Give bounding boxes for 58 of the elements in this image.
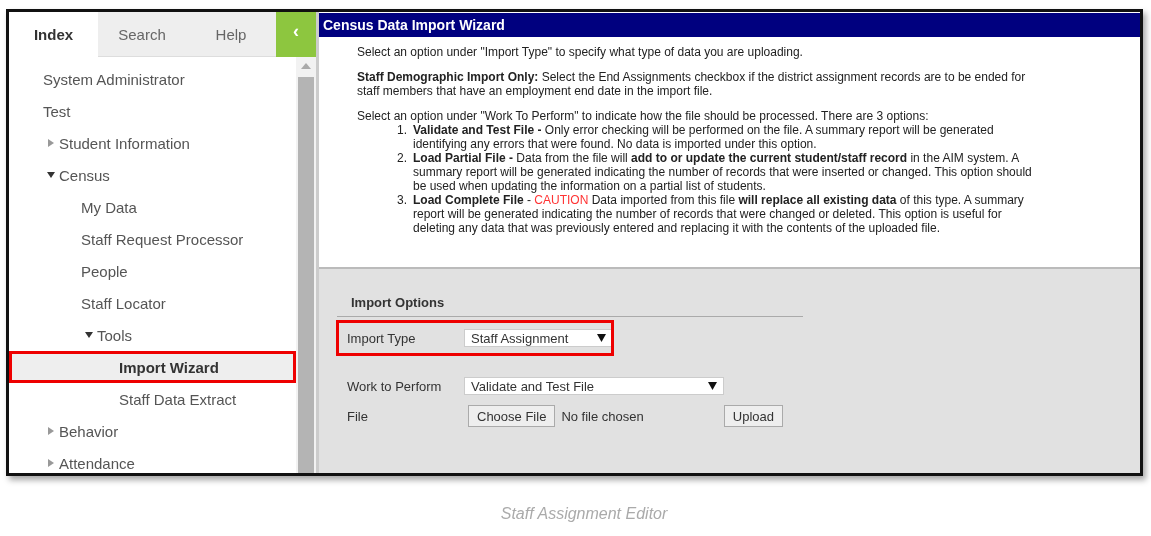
nav-label: Staff Data Extract — [119, 390, 237, 408]
caret-right-icon — [47, 139, 55, 147]
list-number: 1. — [396, 123, 408, 139]
nav-item[interactable]: System Administrator — [9, 63, 296, 95]
caret-down-icon — [708, 382, 717, 390]
field-label: Import Type — [346, 330, 417, 346]
nav-item[interactable]: Student Information — [9, 127, 296, 159]
nav-label: My Data — [81, 198, 137, 216]
file-status: No file chosen — [561, 408, 644, 424]
intro-text: Staff Demographic Import Only: Select the End Assignments checkbox if the district assignment records are to be ended for staff members that have an employment end date in the import file. — [357, 70, 1027, 98]
nav-label: Census — [59, 166, 110, 184]
nav-tab[interactable]: Help — [186, 12, 276, 57]
nav-label: System Administrator — [43, 70, 185, 88]
nav-label: Staff Locator — [81, 294, 166, 312]
nav-label: Tools — [97, 326, 133, 344]
list-number: 2. — [396, 151, 408, 167]
list-number: 3. — [396, 193, 408, 209]
page-title: Census Data Import Wizard — [319, 13, 1140, 37]
scrollbar[interactable] — [296, 57, 316, 473]
option-description: Validate and Test File - Only error checking will be performed on the file. A summary report will be generated identifying any errors that were found. No data is imported under this option. — [413, 123, 995, 151]
nav-item[interactable]: My Data — [9, 191, 296, 223]
nav-item[interactable]: Tools — [9, 319, 296, 351]
import-type-dropdown[interactable]: Staff Assignment — [464, 329, 613, 347]
nav-item[interactable]: Staff Request Processor — [9, 223, 296, 255]
figure-caption: Staff Assignment Editor — [499, 505, 669, 523]
caret-down-icon — [47, 171, 55, 179]
option-description: Load Complete File - CAUTION Data imported from this file will replace all existing data of this type. A summary report will be generated indicating the number of records that were changed or deleted. This option is useful for deleting any data that was previously entered and replacing it with the contents of the uploaded file. — [413, 193, 1025, 235]
nav-item[interactable]: Attendance — [9, 447, 296, 473]
work-dropdown[interactable]: Validate and Test File — [464, 377, 724, 395]
nav-item[interactable]: People — [9, 255, 296, 287]
nav-label: Test — [43, 102, 71, 120]
nav-item[interactable]: Test — [9, 95, 296, 127]
caret-right-icon — [47, 459, 55, 467]
field-label: Work to Perform — [346, 378, 443, 394]
intro-text: Select an option under "Work To Perform" to indicate how the file should be processed. There are 3 options: — [357, 109, 930, 123]
section-heading: Import Options — [337, 295, 803, 317]
caret-down-icon — [85, 331, 93, 339]
upload-button[interactable]: Upload — [723, 405, 783, 427]
nav-label: Import Wizard — [119, 358, 219, 376]
nav-tab[interactable]: Search — [98, 12, 186, 57]
nav-item[interactable]: Import Wizard — [9, 351, 296, 383]
choose-file-button[interactable]: Choose File — [468, 405, 556, 427]
nav-item[interactable]: Behavior — [9, 415, 296, 447]
caret-right-icon — [47, 427, 55, 435]
intro-text: Select an option under "Import Type" to specify what type of data you are uploading. — [357, 45, 804, 59]
nav-tab[interactable]: Index — [9, 12, 98, 57]
caret-down-icon — [597, 334, 606, 342]
nav-label: Student Information — [59, 134, 190, 152]
option-description: Load Partial File - Data from the file will add to or update the current student/staff record in the AIM system. A summary report will be generated indicating the number of records that were inserted or changed. This option should be used when updating the information on a partial list of students. — [413, 151, 1033, 193]
nav-label: Staff Request Processor — [81, 230, 244, 248]
nav-item[interactable]: Staff Locator — [9, 287, 296, 319]
field-label: File — [346, 408, 369, 424]
scroll-up-icon[interactable] — [301, 63, 311, 69]
nav-item[interactable]: Census — [9, 159, 296, 191]
nav-label: People — [81, 262, 128, 280]
nav-label: Behavior — [59, 422, 119, 440]
nav-item[interactable]: Staff Data Extract — [9, 383, 296, 415]
nav-label: Attendance — [59, 454, 135, 472]
